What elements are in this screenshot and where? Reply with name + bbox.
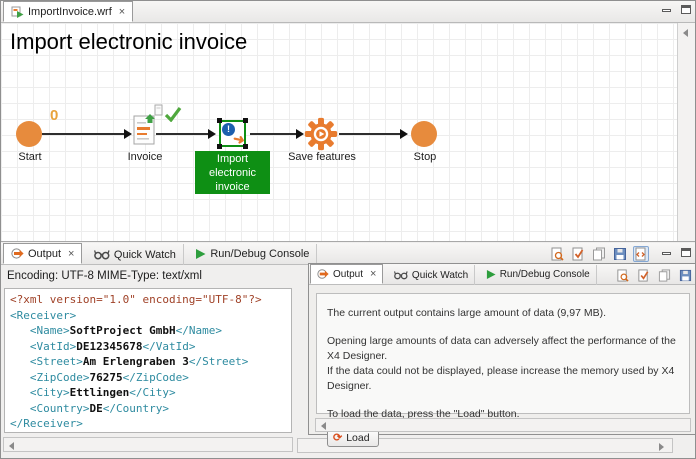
- tab-close-icon[interactable]: ×: [370, 268, 376, 280]
- selection-handle[interactable]: [243, 118, 248, 123]
- save-features-node-label: Save features: [287, 151, 357, 163]
- run-icon: [195, 248, 206, 260]
- scroll-collapse-icon[interactable]: [683, 29, 688, 37]
- refresh-icon: ⟳: [333, 433, 342, 443]
- run-icon: [486, 269, 496, 280]
- start-node[interactable]: [16, 121, 42, 147]
- stop-node[interactable]: [411, 121, 437, 147]
- xml-horizontal-scrollbar[interactable]: [3, 437, 293, 452]
- float-tab-quick-watch[interactable]: Quick Watch: [388, 265, 475, 285]
- tab-close-icon[interactable]: ×: [68, 248, 74, 260]
- stop-node-label: Stop: [407, 151, 443, 163]
- output-panel: Output × Quick Watch Run/Debug Console: [1, 241, 696, 459]
- invoice-node-label: Invoice: [121, 151, 169, 163]
- tab-run-debug-label: Run/Debug Console: [210, 248, 309, 260]
- float-tab-output-label: Output: [333, 269, 363, 280]
- x4-designer-window: ImportInvoice.wrf × Import electronic in…: [0, 0, 696, 459]
- arrowhead-icon: [400, 129, 408, 139]
- output-panel-toolbar: [549, 246, 649, 262]
- tab-quick-watch[interactable]: Quick Watch: [87, 244, 184, 265]
- large-output-message-box: The current output contains large amount…: [316, 293, 690, 414]
- canvas-vertical-scrollbar[interactable]: [677, 23, 695, 241]
- xml-code: <?xml version="1.0" encoding="UTF-8"?><R…: [10, 292, 286, 432]
- editor-tab-close-icon[interactable]: ×: [119, 6, 125, 18]
- xml-output-view[interactable]: <?xml version="1.0" encoding="UTF-8"?><R…: [4, 288, 292, 433]
- import-node-label: Import electronic invoice: [195, 151, 270, 194]
- output-icon: [11, 247, 24, 260]
- validate-icon[interactable]: [635, 267, 651, 283]
- floating-panel-toolbar: [614, 267, 693, 283]
- workflow-canvas[interactable]: Import electronic invoice: [1, 23, 677, 241]
- maximize-icon[interactable]: [681, 5, 691, 14]
- message-line-1: The current output contains large amount…: [327, 306, 679, 321]
- selection-handle[interactable]: [217, 118, 222, 123]
- output-panel-tabbar: Output × Quick Watch Run/Debug Console: [1, 243, 696, 265]
- scroll-left-icon[interactable]: [9, 442, 14, 450]
- preview-icon[interactable]: [614, 267, 630, 283]
- copy-icon[interactable]: [591, 246, 607, 262]
- float-tab-quick-watch-label: Quick Watch: [412, 270, 468, 281]
- float-tab-run-debug-label: Run/Debug Console: [500, 269, 590, 280]
- save-icon[interactable]: [677, 267, 693, 283]
- source-view-icon[interactable]: [633, 246, 649, 262]
- selection-handle[interactable]: [243, 144, 248, 149]
- glasses-icon: [94, 249, 110, 260]
- save-features-node[interactable]: [304, 117, 338, 151]
- editor-tabbar: ImportInvoice.wrf ×: [1, 1, 696, 23]
- tab-quick-watch-label: Quick Watch: [114, 249, 176, 261]
- start-node-label: Start: [9, 151, 51, 163]
- edge-save-stop: [339, 133, 401, 135]
- floating-output-panel: Output × Quick Watch Run/: [308, 263, 696, 435]
- preview-icon[interactable]: [549, 246, 565, 262]
- file-status-icon: [154, 104, 164, 116]
- validate-icon[interactable]: [570, 246, 586, 262]
- tab-run-debug-console[interactable]: Run/Debug Console: [188, 244, 317, 265]
- editor-tab-title: ImportInvoice.wrf: [28, 6, 112, 18]
- import-node[interactable]: ! ➜: [219, 120, 246, 147]
- float-tab-run-debug-console[interactable]: Run/Debug Console: [480, 265, 597, 285]
- panel-maximize-icon[interactable]: [681, 248, 691, 257]
- workflow-title: Import electronic invoice: [10, 29, 247, 55]
- save-icon[interactable]: [612, 246, 628, 262]
- float-tab-output[interactable]: Output ×: [310, 264, 383, 284]
- minimize-icon[interactable]: [662, 9, 671, 12]
- arrowhead-icon: [124, 129, 132, 139]
- editor-tab-importinvoice[interactable]: ImportInvoice.wrf ×: [3, 1, 133, 22]
- tab-output-label: Output: [28, 248, 61, 260]
- selection-handle[interactable]: [217, 144, 222, 149]
- output-icon: [317, 268, 329, 280]
- load-button-label: Load: [346, 432, 369, 444]
- message-line-2: Opening large amounts of data can advers…: [327, 334, 679, 364]
- tab-output[interactable]: Output ×: [3, 243, 82, 264]
- edge-start-invoice: [42, 133, 126, 135]
- arrowhead-icon: [208, 129, 216, 139]
- panel-minimize-icon[interactable]: [662, 252, 671, 255]
- edge-invoice-import: [156, 133, 209, 135]
- encoding-info: Encoding: UTF-8 MIME-Type: text/xml: [7, 270, 202, 282]
- floating-panel-tabbar: Output × Quick Watch Run/: [309, 264, 696, 285]
- success-check-icon: [164, 106, 182, 122]
- floating-panel-horizontal-scrollbar[interactable]: [315, 418, 691, 432]
- copy-icon[interactable]: [656, 267, 672, 283]
- edge-import-save: [250, 133, 297, 135]
- invoice-node[interactable]: [133, 114, 157, 146]
- message-line-3: If the data could not be displayed, plea…: [327, 364, 679, 394]
- glasses-icon: [394, 270, 408, 280]
- edge-count-label: 0: [50, 107, 58, 124]
- scroll-left-icon[interactable]: [321, 422, 326, 430]
- arrowhead-icon: [296, 129, 304, 139]
- workflow-file-icon: [11, 5, 24, 18]
